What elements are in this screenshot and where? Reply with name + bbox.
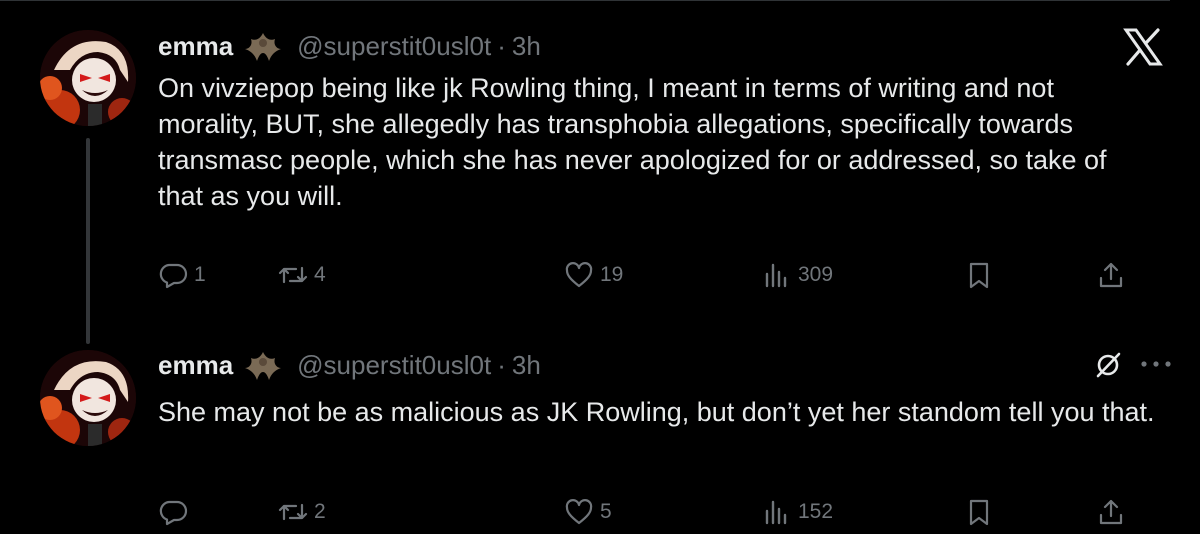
retweet-button[interactable]: 4 <box>278 259 326 291</box>
views-bars-icon <box>765 263 787 288</box>
retweet-icon <box>278 503 308 521</box>
tweet-header: emma @superstit0usl0t · 3h <box>158 26 541 66</box>
tweet-actions: 2 5 152 <box>158 496 1158 528</box>
bat-emoji-icon <box>245 352 282 380</box>
share-icon <box>1099 499 1123 525</box>
like-count: 19 <box>600 263 624 286</box>
separator-dot: · <box>497 349 506 380</box>
tweet[interactable]: emma @superstit0usl0t · 3h She may not b… <box>0 322 1200 534</box>
reply-button[interactable] <box>158 496 194 528</box>
reply-count: 1 <box>194 263 206 286</box>
x-logo-icon <box>1123 28 1163 66</box>
avatar[interactable] <box>40 350 136 446</box>
views-button[interactable]: 152 <box>762 496 833 528</box>
tweet-text: On vivziepop being like jk Rowling thing… <box>158 73 1107 211</box>
like-count: 5 <box>600 500 612 523</box>
bookmark-icon <box>969 262 989 289</box>
reply-button[interactable]: 1 <box>158 259 206 291</box>
bookmark-button[interactable] <box>964 496 994 528</box>
retweet-count: 4 <box>314 263 326 286</box>
like-button[interactable]: 19 <box>564 259 623 291</box>
author-handle[interactable]: @superstit0usl0t <box>297 31 491 62</box>
tweet-text: She may not be as malicious as JK Rowlin… <box>158 397 1155 427</box>
heart-icon <box>565 262 593 288</box>
share-icon <box>1099 262 1123 288</box>
retweet-icon <box>278 266 308 284</box>
tweet-actions: 1 4 19 309 <box>158 259 1158 291</box>
tweet-header: emma @superstit0usl0t · 3h <box>158 345 541 385</box>
reply-icon <box>159 500 188 526</box>
separator-dot: · <box>497 30 506 61</box>
share-button[interactable] <box>1096 259 1126 291</box>
views-count: 309 <box>798 263 834 286</box>
views-bars-icon <box>765 500 787 525</box>
share-button[interactable] <box>1096 496 1126 528</box>
views-button[interactable]: 309 <box>762 259 833 291</box>
like-button[interactable]: 5 <box>564 496 612 528</box>
timestamp[interactable]: 3h <box>512 350 541 381</box>
thread-line <box>86 138 90 344</box>
author-handle[interactable]: @superstit0usl0t <box>297 350 491 381</box>
bat-emoji-icon <box>245 33 282 61</box>
tweet[interactable]: emma @superstit0usl0t · 3h On vivziepop … <box>0 0 1200 344</box>
author-name[interactable]: emma <box>158 31 233 62</box>
heart-icon <box>565 499 593 525</box>
bookmark-icon <box>969 499 989 526</box>
retweet-button[interactable]: 2 <box>278 496 326 528</box>
timestamp[interactable]: 3h <box>512 31 541 62</box>
reply-icon <box>159 263 188 289</box>
avatar-image <box>40 30 136 126</box>
retweet-count: 2 <box>314 500 326 523</box>
avatar-image <box>40 350 136 446</box>
more-options-icon[interactable] <box>1138 358 1174 370</box>
avatar[interactable] <box>40 30 136 126</box>
author-name[interactable]: emma <box>158 350 233 381</box>
grok-icon[interactable] <box>1092 349 1124 381</box>
views-count: 152 <box>798 500 834 523</box>
bookmark-button[interactable] <box>964 259 994 291</box>
